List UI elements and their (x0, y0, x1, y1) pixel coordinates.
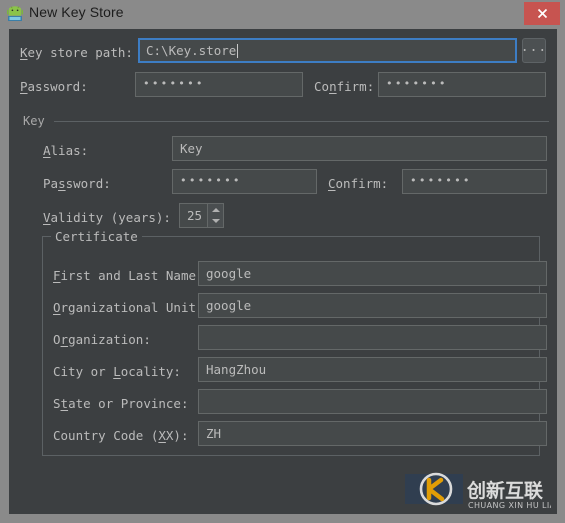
android-robot-icon (6, 5, 24, 23)
organizational-unit-input[interactable]: google (198, 293, 547, 318)
first-and-last-name-label: First and Last Name: (53, 268, 204, 283)
organization-label: Organization: (53, 332, 151, 347)
state-or-province-label: State or Province: (53, 396, 189, 411)
city-or-locality-label: City or Locality: (53, 364, 181, 379)
key-group-divider (54, 121, 549, 122)
key-store-password-label: Password: (20, 79, 88, 94)
validity-years-label: Validity (years): (43, 210, 171, 225)
key-confirm-label: Confirm: (328, 176, 389, 191)
chevron-up-icon (211, 207, 220, 212)
key-store-password-input[interactable]: ••••••• (135, 72, 303, 97)
organization-input[interactable] (198, 325, 547, 350)
close-button[interactable] (524, 2, 560, 25)
organizational-unit-label: Organizational Unit: (53, 300, 204, 315)
key-password-label: Password: (43, 176, 111, 191)
close-icon (537, 8, 547, 19)
new-key-store-window: New Key Store Key store path: C:\Key.sto… (0, 0, 565, 523)
validity-years-value[interactable]: 25 (180, 204, 207, 227)
validity-increment-button[interactable] (208, 204, 223, 216)
key-alias-input[interactable]: Key (172, 136, 547, 161)
city-or-locality-input[interactable]: HangZhou (198, 357, 547, 382)
country-code-input[interactable]: ZH (198, 421, 547, 446)
key-store-path-input[interactable]: C:\Key.store (138, 38, 517, 63)
validity-stepper-buttons (207, 204, 223, 227)
key-store-path-label: Key store path: (20, 45, 133, 60)
browse-key-store-path-button[interactable]: ... (521, 38, 546, 63)
key-store-confirm-label: Confirm: (314, 79, 375, 94)
validity-years-stepper[interactable]: 25 (179, 203, 224, 228)
key-password-input[interactable]: ••••••• (172, 169, 317, 194)
key-confirm-input[interactable]: ••••••• (402, 169, 547, 194)
key-store-confirm-input[interactable]: ••••••• (378, 72, 546, 97)
watermark-logo: 创新互联 CHUANG XIN HU LIAN (405, 472, 562, 512)
key-group-title: Key (23, 114, 45, 128)
dialog-body: Key store path: C:\Key.store ... Passwor… (9, 29, 557, 514)
validity-decrement-button[interactable] (208, 216, 223, 228)
country-code-label: Country Code (XX): (53, 428, 189, 443)
text-caret (237, 43, 239, 58)
state-or-province-input[interactable] (198, 389, 547, 414)
title-bar: New Key Store (0, 0, 565, 28)
key-alias-label: Alias: (43, 143, 89, 158)
first-and-last-name-input[interactable]: google (198, 261, 547, 286)
certificate-group-title: Certificate (51, 229, 142, 244)
svg-text:CHUANG XIN HU LIAN: CHUANG XIN HU LIAN (468, 501, 551, 510)
svg-text:创新互联: 创新互联 (466, 479, 543, 502)
window-title: New Key Store (29, 4, 124, 20)
chevron-down-icon (211, 219, 220, 224)
